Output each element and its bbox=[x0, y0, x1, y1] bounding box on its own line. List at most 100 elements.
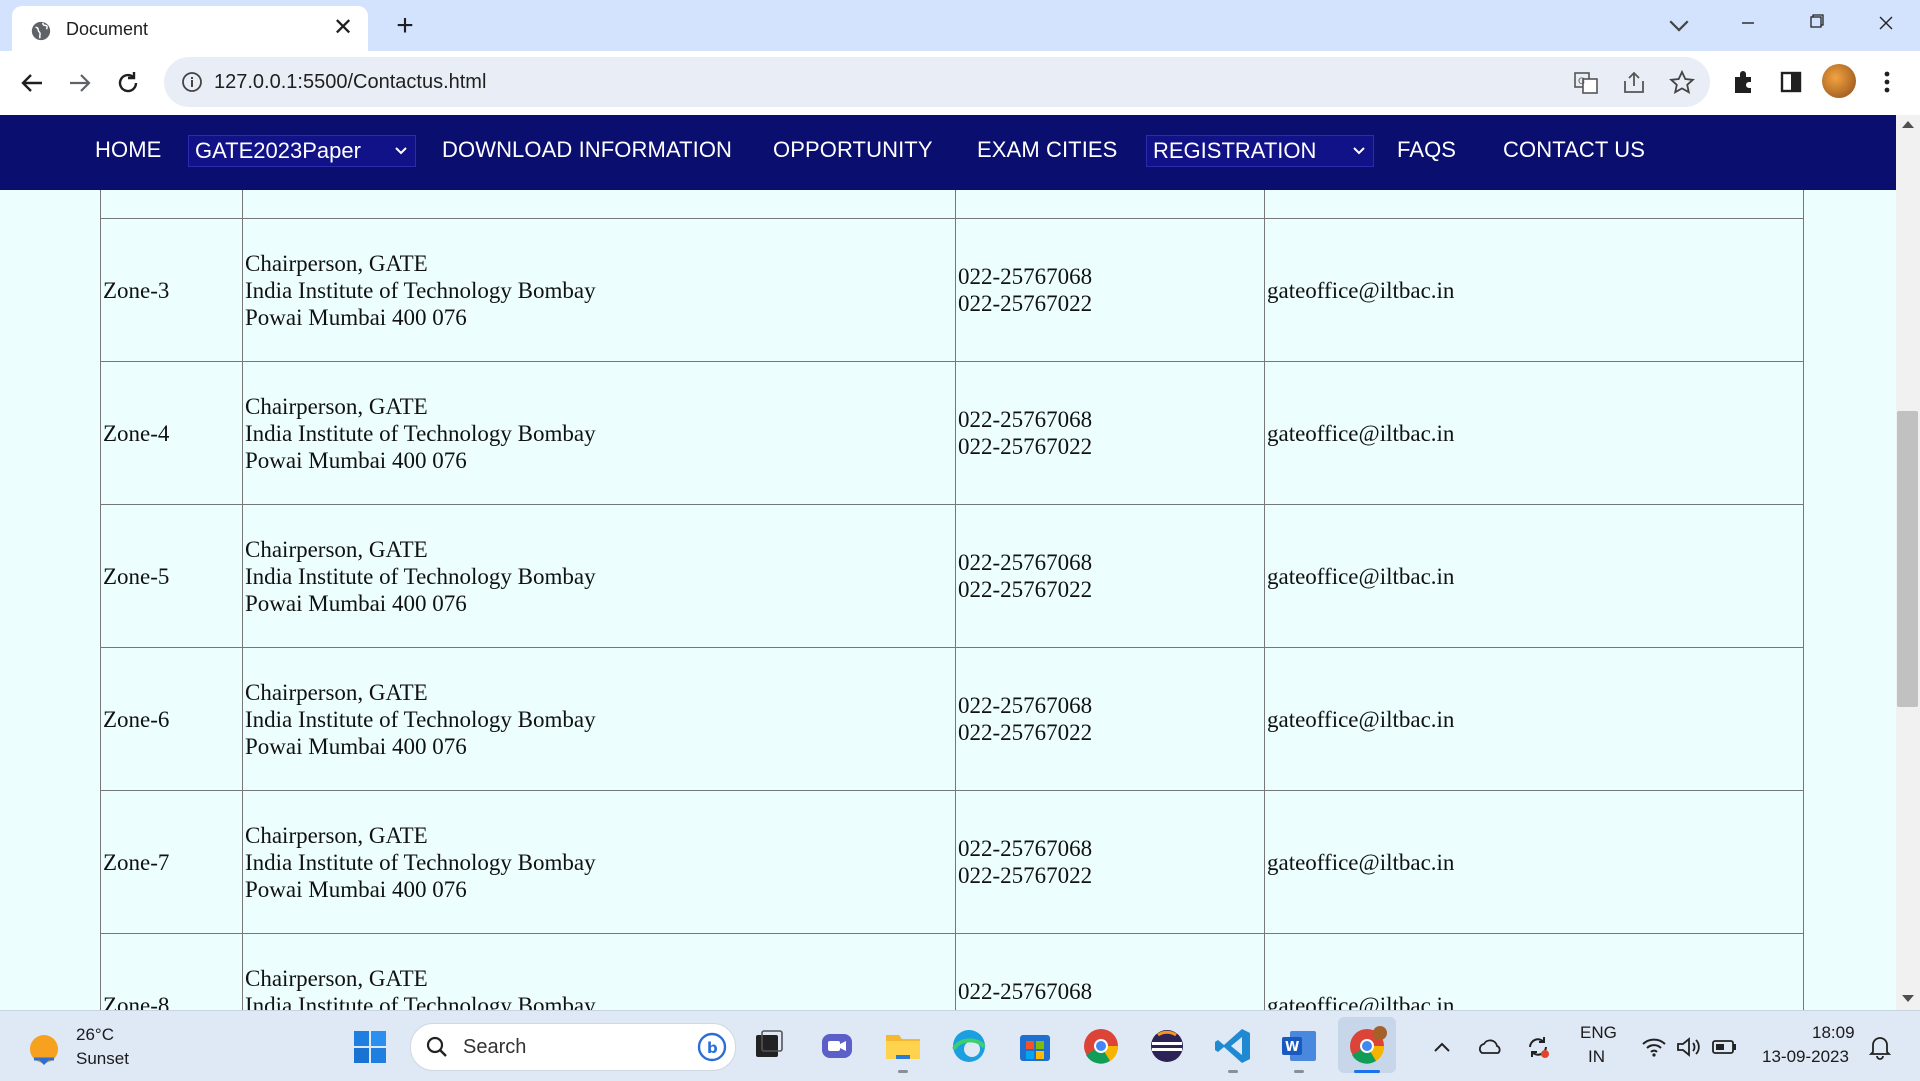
paper-select[interactable]: GATE2023Paper bbox=[188, 135, 416, 167]
phone-number: 022-25767068 bbox=[958, 550, 1093, 575]
nav-contact-link[interactable]: CONTACT US bbox=[1503, 137, 1645, 163]
address-bar[interactable]: 127.0.0.1:5500/Contactus.html G bbox=[164, 57, 1710, 107]
chrome-icon[interactable] bbox=[1080, 1025, 1122, 1067]
back-arrow-icon[interactable] bbox=[12, 63, 52, 103]
minimize-icon[interactable] bbox=[1720, 6, 1776, 40]
reload-icon[interactable] bbox=[108, 63, 148, 103]
share-icon[interactable] bbox=[1620, 69, 1648, 97]
chevron-down-icon[interactable] bbox=[1664, 10, 1694, 40]
nav-faqs-link[interactable]: FAQS bbox=[1397, 137, 1456, 163]
notification-bell-icon[interactable] bbox=[1866, 1033, 1894, 1061]
weather-sunset-icon[interactable] bbox=[26, 1031, 62, 1067]
address-line: Chairperson, GATE bbox=[245, 250, 428, 276]
bookmark-star-icon[interactable] bbox=[1668, 69, 1696, 97]
chrome-active-icon[interactable] bbox=[1346, 1025, 1388, 1067]
zone-cell: Zone-7 bbox=[100, 790, 243, 934]
word-icon[interactable]: W bbox=[1278, 1025, 1320, 1067]
page-scrollbar[interactable] bbox=[1896, 115, 1920, 1010]
scroll-up-arrow-icon[interactable] bbox=[1902, 121, 1914, 128]
table-row: Zone-4 Chairperson, GATE India Institute o… bbox=[100, 361, 1804, 505]
weather-temperature[interactable]: 26°C bbox=[76, 1025, 114, 1045]
forward-arrow-icon[interactable] bbox=[60, 63, 100, 103]
zone-cell: Zone-8 bbox=[100, 933, 243, 1010]
battery-icon[interactable] bbox=[1710, 1033, 1738, 1061]
address-cell: Chairperson, GATEIndia Institute of Tech… bbox=[242, 647, 956, 791]
translate-icon[interactable]: G bbox=[1572, 69, 1600, 97]
file-explorer-icon[interactable] bbox=[882, 1025, 924, 1067]
phone-number: 022-25767022 bbox=[958, 863, 1093, 888]
search-placeholder: Search bbox=[463, 1036, 527, 1058]
bing-chat-icon[interactable]: b bbox=[697, 1032, 727, 1062]
language-region[interactable]: IN bbox=[1588, 1047, 1605, 1067]
zone-cell: Zone-5 bbox=[100, 504, 243, 648]
address-line: India Institute of Technology Bombay bbox=[245, 849, 596, 875]
volume-icon[interactable] bbox=[1674, 1033, 1702, 1061]
eclipse-icon[interactable] bbox=[1146, 1025, 1188, 1067]
phone-cell: 022-25767068022-25767022 bbox=[955, 218, 1265, 362]
extensions-puzzle-icon[interactable] bbox=[1726, 65, 1760, 99]
email-cell: gateoffice@iltbac.in bbox=[1264, 647, 1804, 791]
table-row: Zone-5 Chairperson, GATE India Institute o… bbox=[100, 504, 1804, 648]
teams-chat-icon[interactable] bbox=[816, 1025, 858, 1067]
address-line: India Institute of Technology Bombay bbox=[245, 992, 596, 1011]
address-line: Chairperson, GATE bbox=[245, 679, 428, 705]
language-indicator[interactable]: ENG bbox=[1580, 1023, 1617, 1043]
close-tab-icon[interactable]: ✕ bbox=[328, 13, 358, 43]
nav-opportunity-link[interactable]: OPPORTUNITY bbox=[773, 137, 933, 163]
phone-number: 022-25767022 bbox=[958, 291, 1093, 316]
vscode-icon[interactable] bbox=[1212, 1025, 1254, 1067]
nav-download-link[interactable]: DOWNLOAD INFORMATION bbox=[442, 137, 732, 163]
zone-cell: Zone-3 bbox=[100, 218, 243, 362]
zone-name: Zone-7 bbox=[103, 849, 170, 875]
svg-text:b: b bbox=[707, 1039, 718, 1057]
phone-number: 022-25767068 bbox=[958, 264, 1093, 289]
url-text[interactable]: 127.0.0.1:5500/Contactus.html bbox=[214, 71, 486, 94]
phone-number: 022-25767022 bbox=[958, 577, 1093, 602]
nav-exam-cities-link[interactable]: EXAM CITIES bbox=[977, 137, 1117, 163]
clock-date[interactable]: 13-09-2023 bbox=[1762, 1047, 1849, 1067]
side-panel-icon[interactable] bbox=[1774, 65, 1808, 99]
clock-time[interactable]: 18:09 bbox=[1812, 1023, 1855, 1043]
microsoft-store-icon[interactable] bbox=[1014, 1025, 1056, 1067]
email-address: gateoffice@iltbac.in bbox=[1267, 563, 1455, 589]
page-viewport: Zone-2Chairperson, GATEIndia Institute o… bbox=[0, 115, 1896, 1010]
kebab-menu-icon[interactable] bbox=[1870, 65, 1904, 99]
wifi-icon[interactable] bbox=[1640, 1033, 1668, 1061]
task-view-icon[interactable] bbox=[748, 1025, 790, 1067]
email-cell: gateoffice@iltbac.in bbox=[1264, 361, 1804, 505]
running-indicator bbox=[898, 1070, 908, 1073]
browser-tab[interactable]: Document ✕ bbox=[12, 6, 368, 51]
address-line: Powai Mumbai 400 076 bbox=[245, 590, 467, 616]
browser-toolbar: 127.0.0.1:5500/Contactus.html G bbox=[0, 51, 1920, 115]
profile-avatar[interactable] bbox=[1822, 64, 1856, 98]
address-line: India Institute of Technology Bombay bbox=[245, 706, 596, 732]
scrollbar-thumb[interactable] bbox=[1897, 411, 1918, 707]
scroll-down-arrow-icon[interactable] bbox=[1902, 995, 1914, 1002]
email-cell: gateoffice@iltbac.in bbox=[1264, 218, 1804, 362]
windows-taskbar: 26°C Sunset Search b W ENG IN 18:09 13-0… bbox=[0, 1010, 1920, 1081]
edge-browser-icon[interactable] bbox=[948, 1025, 990, 1067]
registration-select[interactable]: REGISTRATION bbox=[1146, 135, 1374, 167]
address-line: India Institute of Technology Bombay bbox=[245, 277, 596, 303]
phone-number: 022-25767022 bbox=[958, 720, 1093, 745]
new-tab-button[interactable]: + bbox=[388, 10, 422, 44]
nav-home-link[interactable]: HOME bbox=[95, 137, 161, 163]
close-window-icon[interactable] bbox=[1858, 6, 1914, 40]
weather-description[interactable]: Sunset bbox=[76, 1049, 129, 1069]
email-address: gateoffice@iltbac.in bbox=[1267, 420, 1455, 446]
address-cell: Chairperson, GATEIndia Institute of Tech… bbox=[242, 361, 956, 505]
chevron-up-icon[interactable] bbox=[1428, 1033, 1456, 1061]
address-cell: Chairperson, GATEIndia Institute of Tech… bbox=[242, 218, 956, 362]
zone-cell: Zone-6 bbox=[100, 647, 243, 791]
phone-number: 022-25767022 bbox=[958, 434, 1093, 459]
email-address: gateoffice@iltbac.in bbox=[1267, 849, 1455, 875]
email-cell: gateoffice@iltbac.in bbox=[1264, 933, 1804, 1010]
address-cell: Chairperson, GATEIndia Institute of Tech… bbox=[242, 504, 956, 648]
onedrive-cloud-icon[interactable] bbox=[1476, 1033, 1504, 1061]
site-info-icon[interactable] bbox=[180, 70, 204, 94]
windows-start-icon[interactable] bbox=[352, 1029, 388, 1065]
taskbar-search-box[interactable]: Search b bbox=[410, 1023, 736, 1071]
sync-icon[interactable] bbox=[1524, 1033, 1552, 1061]
restore-icon[interactable] bbox=[1788, 6, 1844, 40]
address-cell: Chairperson, GATEIndia Institute of Tech… bbox=[242, 790, 956, 934]
